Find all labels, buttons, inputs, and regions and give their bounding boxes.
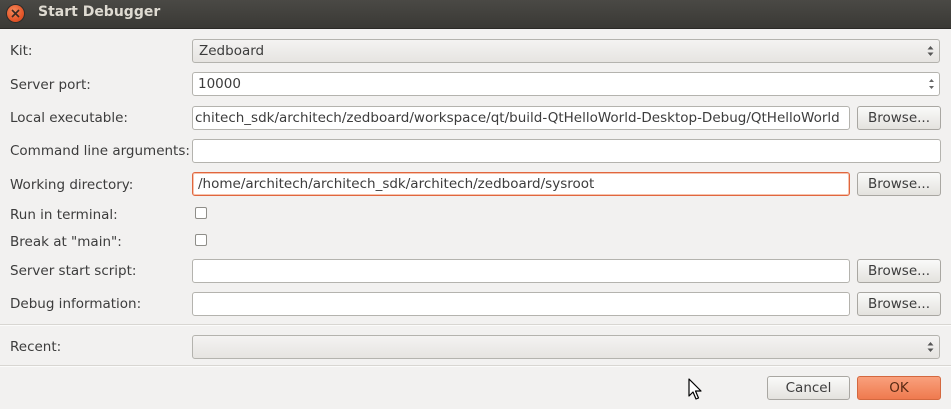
combo-arrows-icon <box>927 342 934 352</box>
local-executable-browse-button[interactable]: Browse... <box>857 106 941 130</box>
separator <box>0 324 951 326</box>
local-executable-input[interactable]: chitech_sdk/architech/zedboard/workspace… <box>192 106 850 130</box>
working-directory-label: Working directory: <box>10 177 134 193</box>
working-directory-browse-button[interactable]: Browse... <box>857 172 941 196</box>
server-port-value: 10000 <box>198 76 241 92</box>
window-title: Start Debugger <box>38 4 161 20</box>
debug-information-label: Debug information: <box>10 296 142 312</box>
kit-label: Kit: <box>10 43 33 59</box>
debug-information-input[interactable] <box>192 292 850 316</box>
ok-button[interactable]: OK <box>857 376 941 400</box>
server-port-label: Server port: <box>10 77 91 93</box>
run-in-terminal-checkbox[interactable] <box>195 207 207 219</box>
debug-information-browse-button[interactable]: Browse... <box>857 292 941 316</box>
command-line-arguments-label: Command line arguments: <box>10 143 190 159</box>
recent-combo[interactable] <box>192 335 940 359</box>
server-start-script-input[interactable] <box>192 259 850 283</box>
break-at-main-label: Break at "main": <box>10 234 122 250</box>
break-at-main-checkbox[interactable] <box>195 234 207 246</box>
server-port-spinbox[interactable]: 10000 <box>192 72 940 96</box>
title-bar: Start Debugger <box>0 0 951 29</box>
command-line-arguments-input[interactable] <box>192 139 941 163</box>
mouse-cursor-icon <box>688 378 702 400</box>
close-icon[interactable] <box>7 5 24 22</box>
recent-label: Recent: <box>10 339 62 355</box>
spin-arrows-icon[interactable] <box>928 76 935 92</box>
combo-arrows-icon <box>927 46 934 56</box>
local-executable-label: Local executable: <box>10 110 128 126</box>
cancel-button[interactable]: Cancel <box>767 376 850 400</box>
working-directory-input[interactable]: /home/architech/architech_sdk/architech/… <box>192 172 850 196</box>
kit-combo[interactable]: Zedboard <box>192 39 940 63</box>
kit-value: Zedboard <box>199 43 265 59</box>
server-start-script-browse-button[interactable]: Browse... <box>857 259 941 283</box>
server-start-script-label: Server start script: <box>10 263 137 279</box>
separator <box>0 365 951 367</box>
run-in-terminal-label: Run in terminal: <box>10 207 118 223</box>
